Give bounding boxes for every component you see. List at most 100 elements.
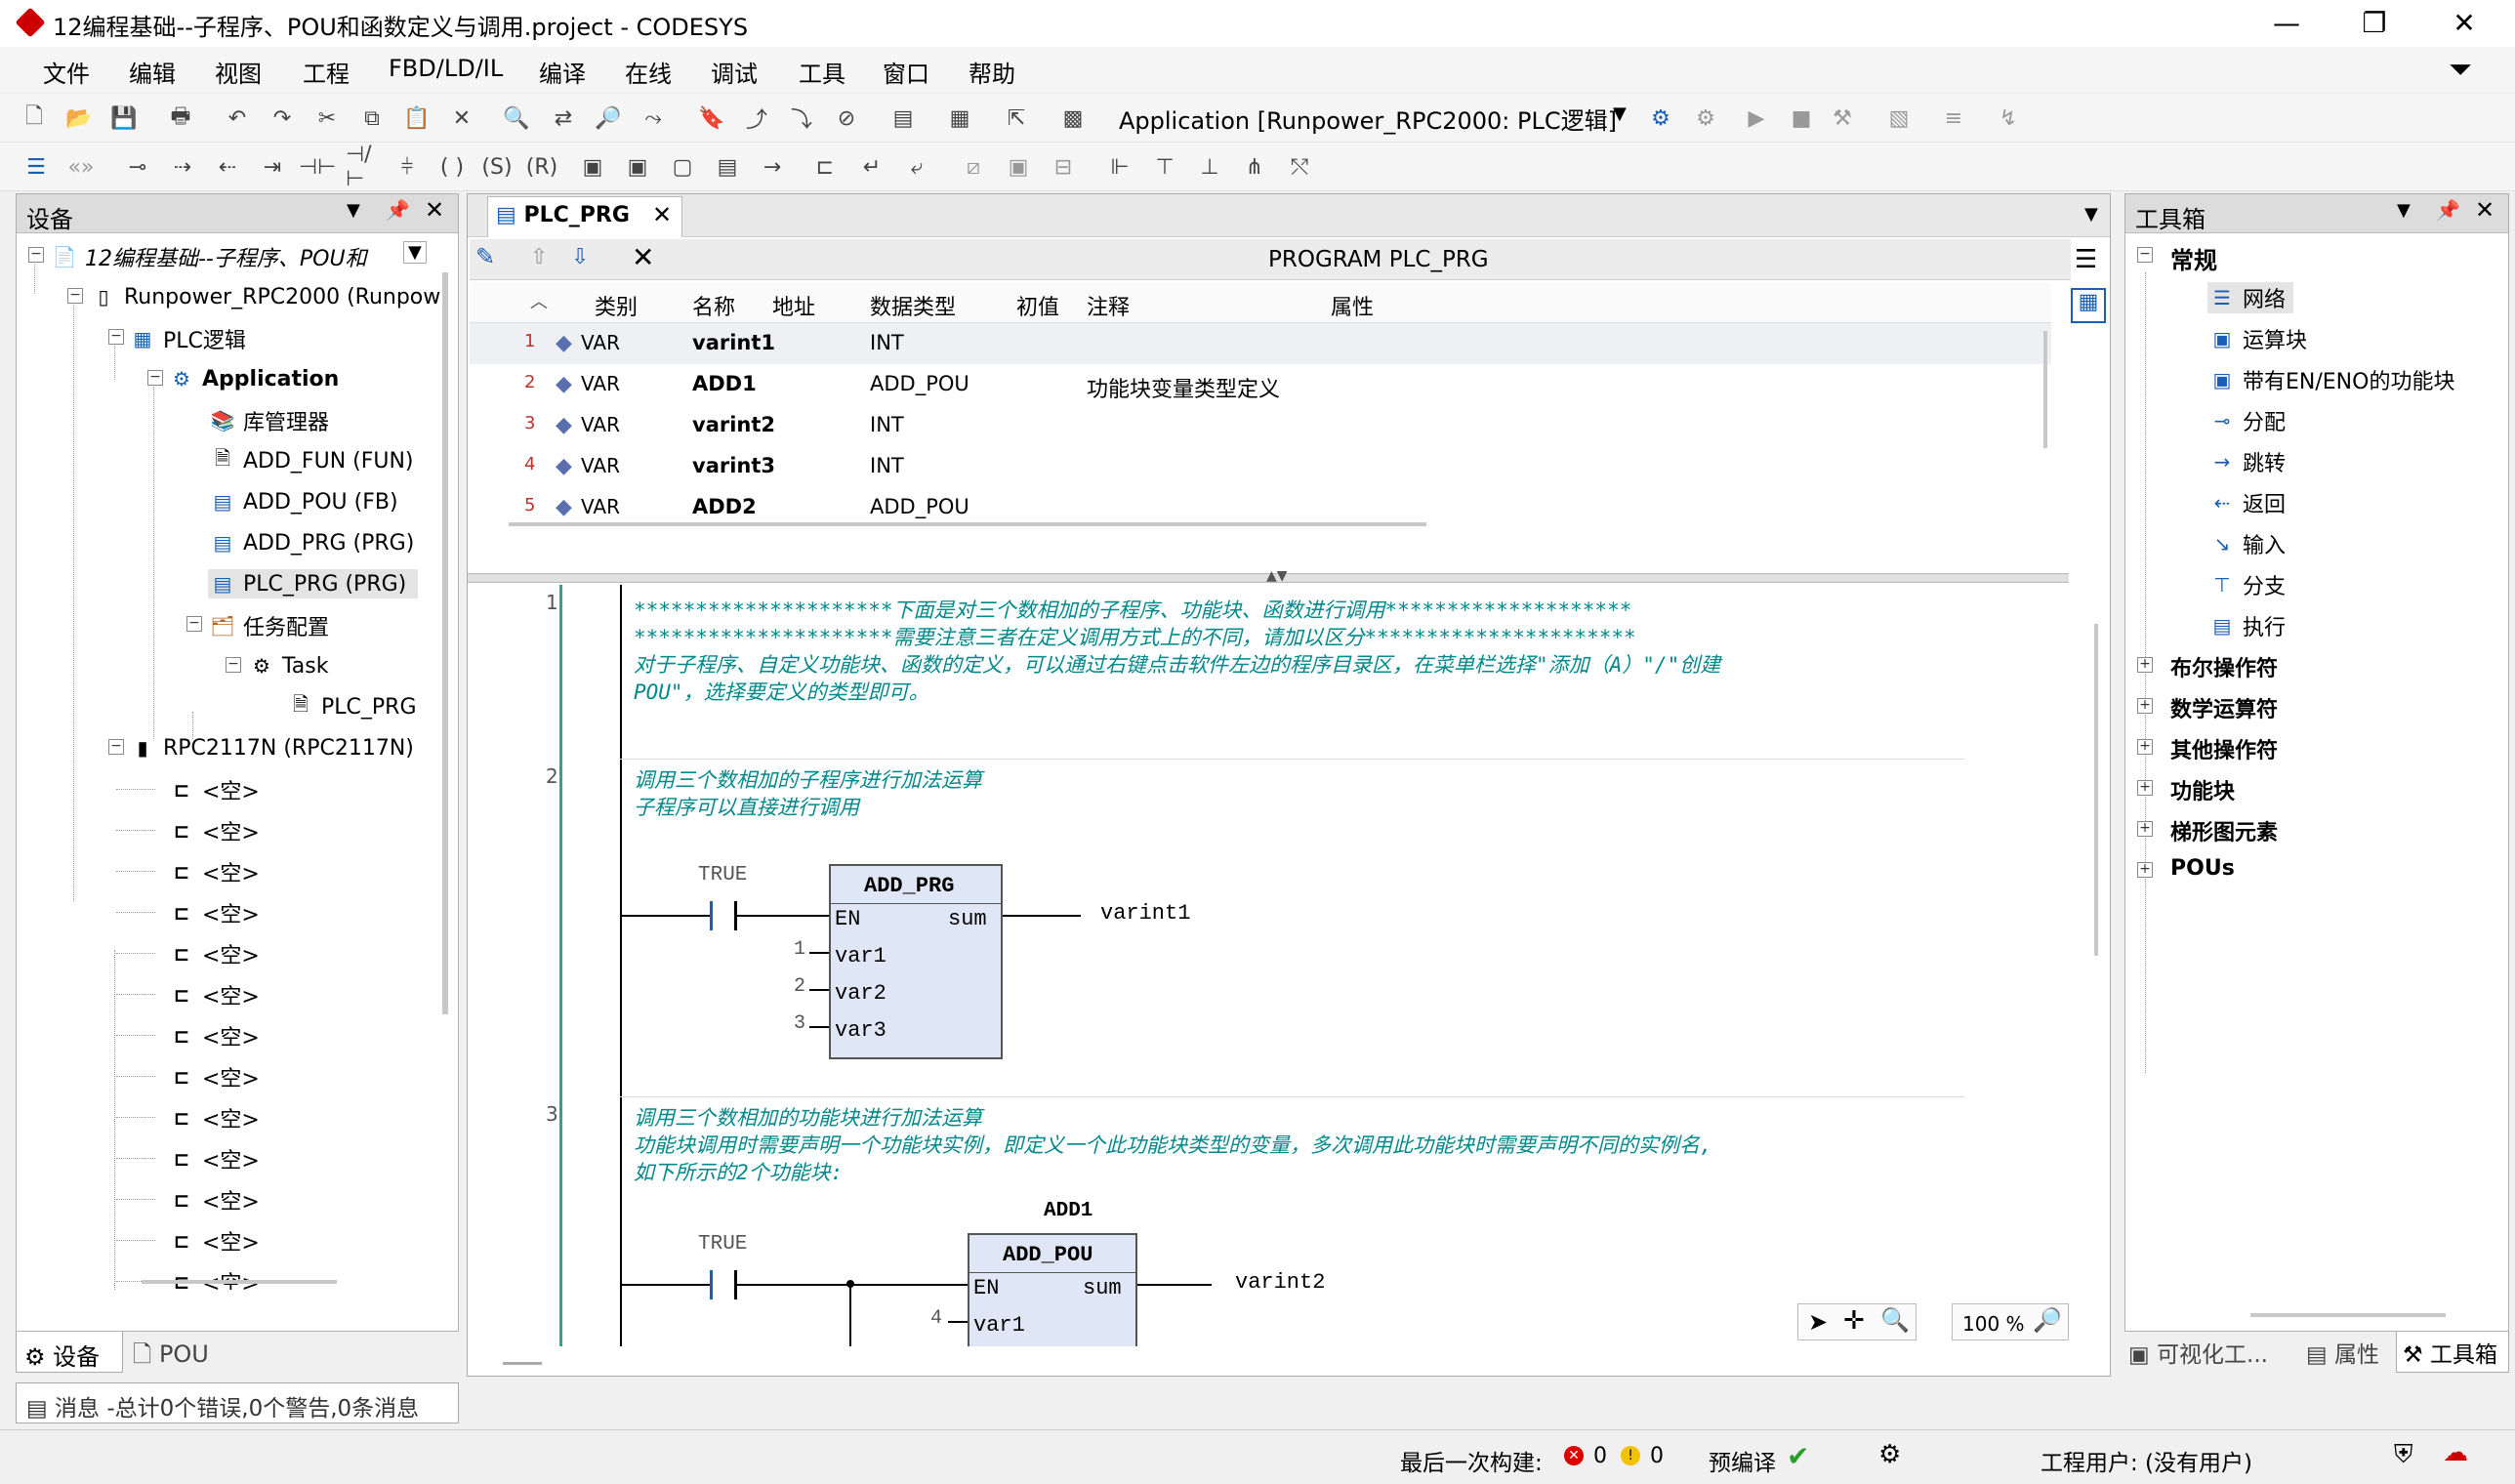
collapse-icon[interactable]: − [226,657,241,673]
output-variable[interactable]: varint1 [1100,901,1190,926]
tree-add-fun[interactable]: 🗎 ADD_FUN (FUN) [208,446,414,475]
toolbox-item[interactable]: ⇠ 返回 [2207,487,2286,518]
paste-icon[interactable]: 📋 [400,102,433,135]
network-comment[interactable]: *********************下面是对三个数相加的子程序、功能块、函… [634,597,1720,706]
instance-name[interactable]: ADD1 [1044,1200,1093,1222]
branch-icon[interactable]: ⊤ [1148,150,1181,184]
menu-online[interactable]: 在线 [625,55,672,89]
filter-icon[interactable]: ⏷ [2449,53,2472,87]
menu-window[interactable]: 窗口 [883,55,929,89]
assign-icon[interactable]: ⊸ [121,150,154,184]
toolbox-category[interactable]: 数学运算符 [2170,692,2278,723]
function-block-add-pou[interactable]: ADD_POU EN sum var1 [968,1233,1137,1346]
tree-empty-slot[interactable]: ⊏<空> [167,897,260,928]
tree-empty-slot[interactable]: ⊏<空> [167,1102,260,1134]
var-kind[interactable]: VAR [581,331,620,354]
ld-hscrollbar[interactable] [503,1362,542,1365]
menu-view[interactable]: 视图 [215,55,262,89]
var-type[interactable]: ADD_POU [870,495,969,518]
tree-rpc2117n[interactable]: ▮ RPC2117N (RPC2117N) [128,733,413,763]
tree-add-prg[interactable]: ▤ ADD_PRG (PRG) [208,528,415,557]
logout-icon[interactable]: ⚙ [1689,102,1722,135]
expand-icon[interactable]: + [2137,821,2153,837]
column-header[interactable]: 地址 [772,290,815,321]
toolbox-item[interactable]: ▤ 执行 [2207,610,2286,641]
save-icon[interactable]: 💾 [107,102,141,135]
menu-fbd-ld-il[interactable]: FBD/LD/IL [389,55,503,82]
export-icon[interactable]: ⇱ [1000,102,1033,135]
menu-edit[interactable]: 编辑 [129,55,176,89]
text-view-icon[interactable]: ☰ [2075,245,2097,274]
input-value[interactable]: 2 [794,975,805,998]
var-type[interactable]: INT [870,413,904,436]
auto-declare-icon[interactable]: ✎ [475,243,495,270]
sort-icon[interactable]: ︿ [530,288,548,313]
toolbox-item[interactable]: ↘ 输入 [2207,528,2286,559]
reset-coil-icon[interactable]: (R) [525,150,558,184]
find-icon[interactable]: 🔍 [500,102,533,135]
var-kind[interactable]: VAR [581,495,620,518]
column-header[interactable]: 注释 [1087,290,1130,321]
table-row[interactable]: 4 ◆ VAR varint3 INT [470,446,2051,487]
execute-icon[interactable]: ▤ [711,150,744,184]
print-icon[interactable]: 🖶 [164,102,197,135]
function-block-add-prg[interactable]: ADD_PRG EN sum var1 var2 var3 [829,864,1003,1059]
menu-tools[interactable]: 工具 [799,55,845,89]
tabs-dropdown-icon[interactable]: ▼ [2084,204,2098,225]
toolbox-item[interactable]: → 跳转 [2207,446,2286,477]
application-dropdown-icon[interactable]: ▼ [1613,103,1627,124]
set-coil-icon[interactable]: (S) [480,150,514,184]
comment-icon[interactable]: «» [64,150,98,184]
menu-help[interactable]: 帮助 [969,55,1015,89]
jump-icon[interactable]: ⇢ [166,150,199,184]
empty-box-icon[interactable]: ▢ [666,150,699,184]
table-vscrollbar[interactable] [2043,331,2047,448]
login-icon[interactable]: ⚙ [1644,102,1677,135]
cut-icon[interactable]: ✂ [310,102,344,135]
var-type[interactable]: INT [870,331,904,354]
cross-ref-icon[interactable]: ⤳ [637,102,670,135]
stop-icon[interactable]: ■ [1785,102,1818,135]
input-value[interactable]: 1 [794,938,805,961]
network-comment[interactable]: 调用三个数相加的子程序进行加法运算 子程序可以直接进行调用 [634,766,982,821]
input-value[interactable]: 4 [930,1307,942,1330]
tree-empty-slot[interactable]: ⊏<空> [167,938,260,969]
tree-library-manager[interactable]: 📚 库管理器 [208,405,329,436]
var-type[interactable]: INT [870,454,904,477]
pan-icon[interactable]: ✛ [1843,1306,1865,1336]
menu-project[interactable]: 工程 [303,55,350,89]
build-status-icon[interactable]: ⚙ [1878,1440,1901,1469]
clear-bookmark-icon[interactable]: ⊘ [830,102,863,135]
tab-pou[interactable]: 🗋 POU [125,1332,223,1373]
var-name[interactable]: varint3 [692,454,775,477]
input-value[interactable]: 3 [794,1012,805,1035]
column-header[interactable]: 初值 [1016,290,1059,321]
var-name[interactable]: varint2 [692,413,775,436]
horizontal-scrollbar[interactable] [142,1280,337,1284]
table-hscrollbar[interactable] [509,522,1426,526]
column-header[interactable]: 数据类型 [870,290,956,321]
edge-icon[interactable]: ▣ [1002,150,1035,184]
tree-application[interactable]: ⚙ Application [167,364,339,393]
clipboard-icon[interactable]: ▤ [886,102,920,135]
replace-icon[interactable]: ⇄ [547,102,580,135]
move-up-icon[interactable]: ⇧ [530,245,548,269]
toolbox-category[interactable]: 其他操作符 [2170,733,2278,764]
column-header[interactable]: 类别 [595,290,638,321]
input-pin-icon[interactable]: ⤶ [900,150,933,184]
expand-icon[interactable]: + [2137,698,2153,714]
var-comment[interactable]: 功能块变量类型定义 [1087,372,1280,403]
toolbox-hscrollbar[interactable] [2250,1313,2446,1317]
var-kind[interactable]: VAR [581,413,620,436]
prev-bookmark-icon[interactable]: ⤴ [740,102,773,135]
toolbox-category[interactable]: 功能块 [2170,774,2235,805]
contact-symbol[interactable] [710,1270,737,1299]
expand-icon[interactable]: + [2137,862,2153,878]
output-variable[interactable]: varint2 [1235,1270,1325,1295]
pointer-icon[interactable]: ➤ [1808,1308,1828,1336]
panel-close-icon[interactable]: ✕ [2475,196,2494,224]
zoom-fit-icon[interactable]: 🔎 [2033,1306,2062,1334]
tree-task-config[interactable]: 🗂 任务配置 [208,610,329,641]
toolbox-item[interactable]: ☰ 网络 [2207,282,2294,313]
set-reset-icon[interactable]: ⊟ [1047,150,1080,184]
